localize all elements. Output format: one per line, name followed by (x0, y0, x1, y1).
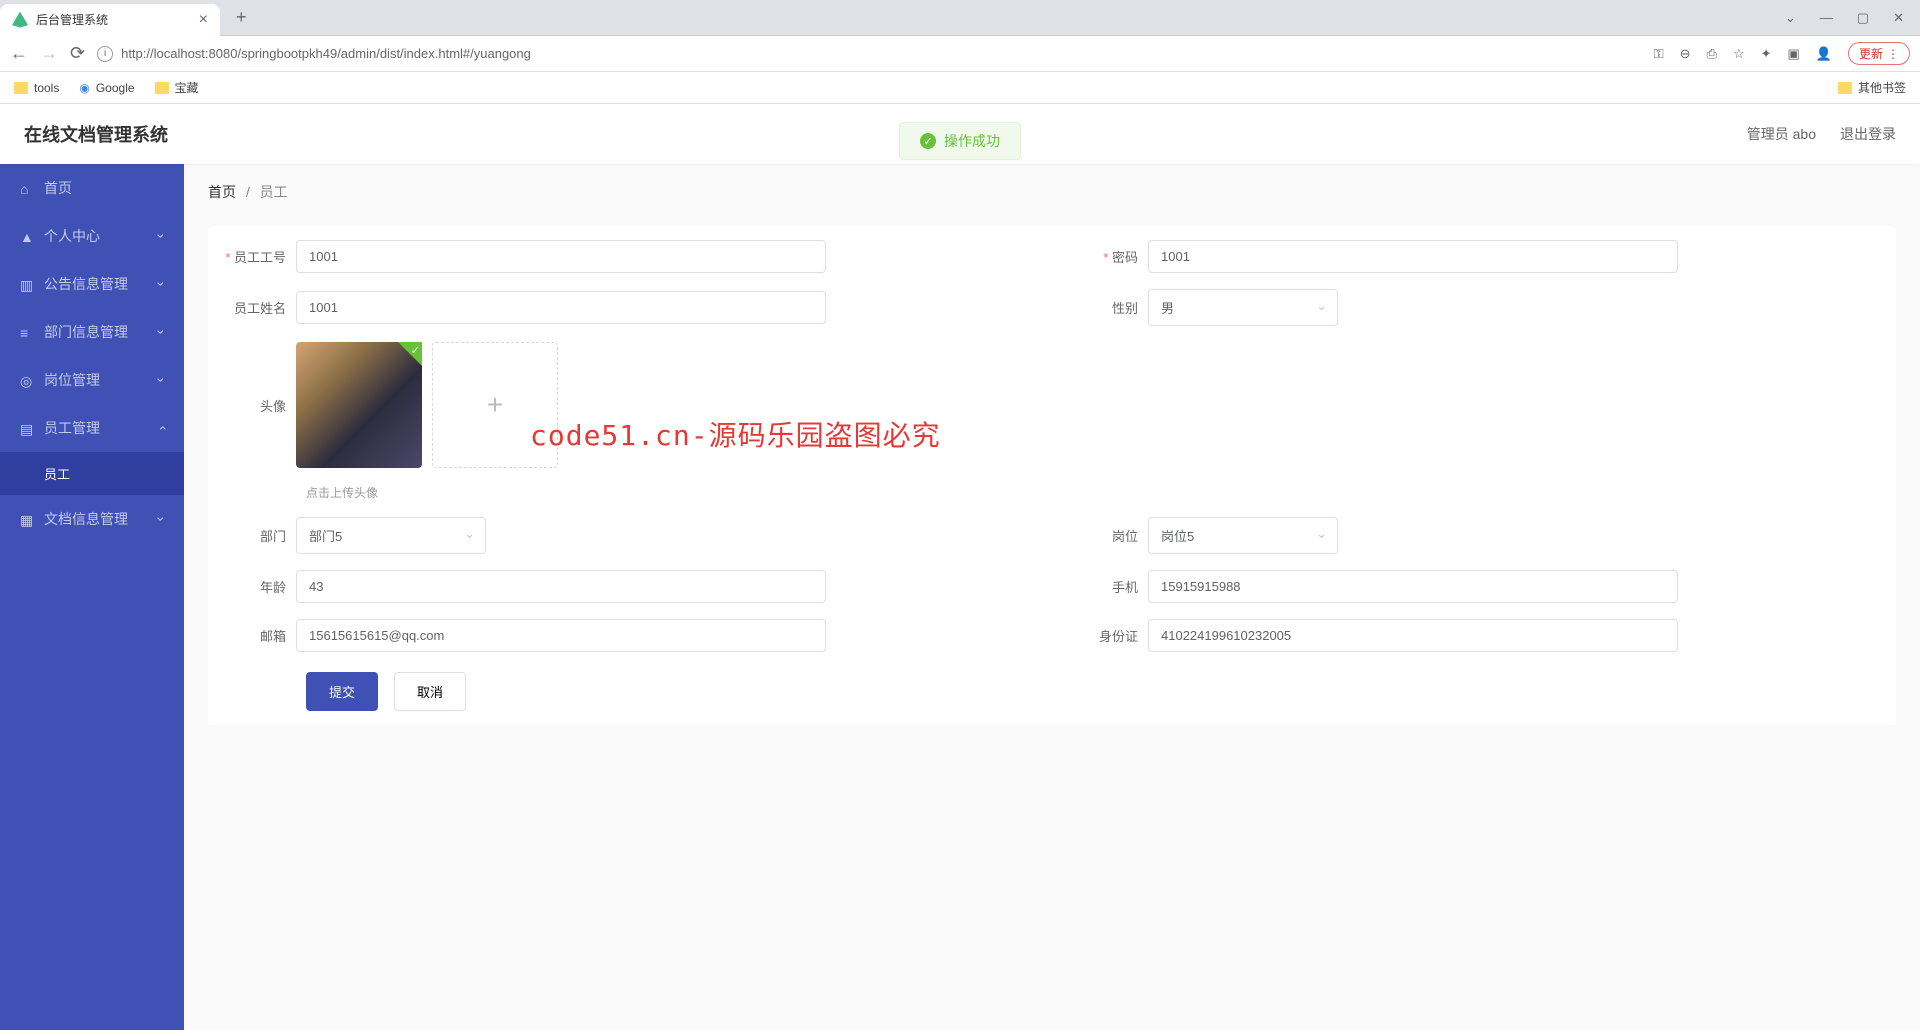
dept-label: 部门 (220, 526, 296, 545)
sidebar-item-department[interactable]: ≡部门信息管理 (0, 308, 184, 356)
folder-icon (1838, 82, 1852, 94)
bookmark-google[interactable]: ◉Google (79, 81, 134, 95)
close-window-icon[interactable]: ✕ (1893, 10, 1904, 26)
doc-icon: ▦ (20, 512, 34, 526)
bookmark-tools[interactable]: tools (14, 81, 59, 95)
star-icon[interactable]: ☆ (1733, 46, 1745, 62)
folder-icon (14, 82, 28, 94)
new-tab-button[interactable]: + (228, 7, 255, 28)
user-icon: ▲ (20, 229, 34, 243)
info-icon: i (97, 46, 113, 62)
home-icon: ⌂ (20, 181, 34, 195)
logout-link[interactable]: 退出登录 (1840, 124, 1896, 144)
breadcrumb: 首页 / 员工 (208, 182, 1896, 202)
idcard-field[interactable] (1148, 619, 1678, 652)
breadcrumb-current: 员工 (260, 184, 288, 200)
avatar-label: 头像 (220, 396, 296, 415)
sidebar-item-home[interactable]: ⌂首页 (0, 164, 184, 212)
url-bar[interactable]: i http://localhost:8080/springbootpkh49/… (97, 46, 1642, 62)
window-controls: ⌄ — ▢ ✕ (1769, 10, 1920, 26)
cancel-button[interactable]: 取消 (394, 672, 466, 711)
sidepanel-icon[interactable]: ▣ (1788, 46, 1800, 62)
avatar-image[interactable] (296, 342, 422, 468)
folder-icon (155, 82, 169, 94)
app-title: 在线文档管理系统 (24, 121, 168, 147)
position-select[interactable]: 岗位5 (1148, 517, 1338, 554)
sidebar-item-position[interactable]: ◎岗位管理 (0, 356, 184, 404)
email-field[interactable] (296, 619, 826, 652)
success-toast: 操作成功 (899, 122, 1021, 160)
dept-icon: ≡ (20, 325, 34, 339)
emp-id-label: 员工工号 (220, 247, 296, 266)
key-icon[interactable]: ⚿ (1654, 46, 1664, 62)
position-label: 岗位 (1072, 526, 1148, 545)
avatar-add-button[interactable]: + (432, 342, 558, 468)
main-content: 首页 / 员工 员工工号 密码 员工姓名 性别男 头像 + (184, 104, 1920, 1030)
forward-icon[interactable]: → (40, 43, 58, 64)
url-text: http://localhost:8080/springbootpkh49/ad… (121, 46, 531, 61)
breadcrumb-home[interactable]: 首页 (208, 184, 236, 200)
bookmark-other[interactable]: 其他书签 (1838, 79, 1906, 96)
phone-label: 手机 (1072, 577, 1148, 596)
sidebar-item-employee[interactable]: ▤员工管理 (0, 404, 184, 452)
gender-label: 性别 (1072, 298, 1148, 317)
form-card: 员工工号 密码 员工姓名 性别男 头像 + 点击上传头像 部门部门5 (208, 226, 1896, 725)
target-icon: ◎ (20, 373, 34, 387)
reload-icon[interactable]: ⟳ (70, 43, 85, 64)
upload-hint: 点击上传头像 (306, 484, 1884, 501)
gender-select[interactable]: 男 (1148, 289, 1338, 326)
sidebar: ⌂首页 ▲个人中心 ▥公告信息管理 ≡部门信息管理 ◎岗位管理 ▤员工管理 员工… (0, 104, 184, 1030)
tab-title: 后台管理系统 (36, 11, 191, 28)
submit-button[interactable]: 提交 (306, 672, 378, 711)
sidebar-subitem-employee[interactable]: 员工 (0, 452, 184, 495)
vue-icon (12, 12, 28, 28)
profile-icon[interactable]: 👤 (1816, 46, 1832, 62)
browser-tab[interactable]: 后台管理系统 × (0, 4, 220, 36)
name-label: 员工姓名 (220, 298, 296, 317)
extension-icon[interactable]: ✦ (1761, 46, 1772, 62)
close-icon[interactable]: × (199, 11, 208, 29)
phone-field[interactable] (1148, 570, 1678, 603)
password-label: 密码 (1072, 247, 1148, 266)
check-icon (398, 342, 422, 366)
maximize-icon[interactable]: ▢ (1857, 10, 1869, 26)
age-label: 年龄 (220, 577, 296, 596)
chevron-down-icon[interactable]: ⌄ (1785, 10, 1796, 26)
idcard-label: 身份证 (1072, 626, 1148, 645)
name-field[interactable] (296, 291, 826, 324)
password-field[interactable] (1148, 240, 1678, 273)
bookmark-collection[interactable]: 宝藏 (155, 79, 199, 96)
google-icon: ◉ (79, 81, 89, 95)
back-icon[interactable]: ← (10, 43, 28, 64)
sidebar-item-personal[interactable]: ▲个人中心 (0, 212, 184, 260)
zoom-icon[interactable]: ⊖ (1680, 46, 1691, 62)
age-field[interactable] (296, 570, 826, 603)
sidebar-item-notice[interactable]: ▥公告信息管理 (0, 260, 184, 308)
bookmarks-bar: tools ◉Google 宝藏 其他书签 (0, 72, 1920, 104)
update-button[interactable]: 更新 ⋮ (1848, 42, 1910, 65)
sidebar-item-document[interactable]: ▦文档信息管理 (0, 495, 184, 543)
browser-toolbar: ← → ⟳ i http://localhost:8080/springboot… (0, 36, 1920, 72)
dept-select[interactable]: 部门5 (296, 517, 486, 554)
admin-label[interactable]: 管理员 abo (1747, 124, 1816, 144)
emp-id-field[interactable] (296, 240, 826, 273)
translate-icon[interactable]: ⎙ (1707, 46, 1717, 62)
clipboard-icon: ▤ (20, 421, 34, 435)
browser-tab-bar: 后台管理系统 × + ⌄ — ▢ ✕ (0, 0, 1920, 36)
email-label: 邮箱 (220, 626, 296, 645)
minimize-icon[interactable]: — (1820, 10, 1833, 26)
chart-icon: ▥ (20, 277, 34, 291)
